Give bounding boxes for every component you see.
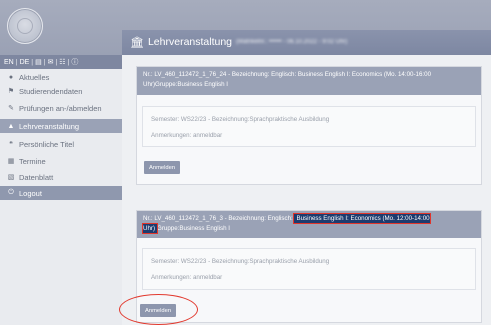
course-header-text: Nr.: LV_460_112472_1_76_24 - Bezeichnung… [143, 71, 432, 88]
course-note: Anmerkungen: anmeldbar [151, 132, 223, 139]
sidebar-item-pruefungen[interactable]: ✎ Prüfungen an-/abmelden [0, 101, 122, 115]
sidebar-item-label: Logout [19, 188, 42, 198]
app-window: 🏛 Lehrveranstaltung (Matrikelnr.: ••••••… [0, 0, 491, 325]
clipboard-icon[interactable]: ▤ [35, 58, 42, 66]
toolbar-separator: | [67, 58, 70, 66]
lang-de-link[interactable]: DE [20, 59, 30, 66]
course-card: Nr.: LV_460_112472_1_76_3 - Bezeichnung:… [136, 210, 482, 323]
sidebar-item-label: Prüfungen an-/abmelden [19, 103, 102, 113]
course-header: Nr.: LV_460_112472_1_76_3 - Bezeichnung:… [137, 211, 481, 238]
course-semester: Semester: WS22/23 - Bezeichnung:Sprachpr… [151, 116, 330, 123]
course-header-suffix: Gruppe:Business English I [157, 225, 230, 232]
toolbar-separator: | [55, 58, 58, 66]
sidebar-item-studierendendaten[interactable]: ⚑ Studierendendaten [0, 84, 122, 98]
course-details: Semester: WS22/23 - Bezeichnung:Sprachpr… [142, 106, 476, 147]
building-columns-icon: 🏛 [130, 36, 144, 49]
sidebar-toolbar: EN | DE | ▤ | ✉ | ☷ | ⓘ [0, 55, 122, 69]
sidebar-item-datenblatt[interactable]: ▧ Datenblatt [0, 170, 122, 184]
course-card: Nr.: LV_460_112472_1_76_24 - Bezeichnung… [136, 66, 482, 185]
page-title-meta: (Matrikelnr.: •••••• - 06.10.2022 - 9:02… [236, 39, 348, 45]
sidebar-item-label: Datenblatt [19, 172, 54, 182]
sidebar-item-label: Studierendendaten [19, 86, 83, 96]
course-note: Anmerkungen: anmeldbar [151, 274, 223, 281]
course-semester: Semester: WS22/23 - Bezeichnung:Sprachpr… [151, 258, 330, 265]
toolbar-separator: | [15, 58, 18, 66]
toolbar-separator: | [43, 58, 46, 66]
sidebar-item-termine[interactable]: ▦ Termine [0, 154, 122, 168]
anmelden-button[interactable]: Anmelden [144, 161, 181, 174]
quote-icon: ❝ [9, 141, 13, 148]
sidebar-item-persoenliche-titel[interactable]: ❝ Persönliche Titel [0, 137, 122, 151]
envelope-icon[interactable]: ✉ [48, 58, 54, 66]
course-header: Nr.: LV_460_112472_1_76_24 - Bezeichnung… [137, 67, 481, 95]
sidebar-item-label: Persönliche Titel [19, 139, 75, 149]
anmelden-button[interactable]: Anmelden [140, 304, 177, 317]
edit-icon: ✎ [8, 105, 14, 112]
course-details: Semester: WS22/23 - Bezeichnung:Sprachpr… [142, 248, 476, 290]
sidebar-item-label: Lehrveranstaltung [19, 121, 80, 131]
calendar-icon: ▦ [7, 158, 15, 165]
sitemap-icon[interactable]: ☷ [59, 58, 65, 66]
flag-icon: ⚑ [7, 88, 15, 95]
sidebar-item-aktuelles[interactable]: ● Aktuelles [0, 70, 122, 84]
sidebar-item-lehrveranstaltung[interactable]: ▲ Lehrveranstaltung [0, 119, 122, 133]
sidebar-item-logout[interactable]: ⏻ Logout [0, 186, 122, 200]
sidebar-item-label: Aktuelles [19, 72, 50, 82]
page-title-text: Lehrveranstaltung [147, 36, 233, 48]
info-icon[interactable]: ⓘ [71, 57, 78, 67]
page-title: 🏛 Lehrveranstaltung (Matrikelnr.: ••••••… [130, 32, 347, 52]
lang-en-link[interactable]: EN [4, 59, 14, 66]
course-header-prefix: Nr.: LV_460_112472_1_76_3 - Bezeichnung:… [143, 215, 295, 222]
table-icon: ▧ [7, 174, 15, 181]
chat-bubble-icon: ● [8, 73, 14, 81]
building-columns-icon: ▲ [7, 122, 15, 130]
power-icon: ⏻ [8, 189, 14, 196]
toolbar-separator: | [31, 58, 34, 66]
sidebar-item-label: Termine [19, 156, 46, 166]
university-seal-logo[interactable] [7, 8, 43, 44]
